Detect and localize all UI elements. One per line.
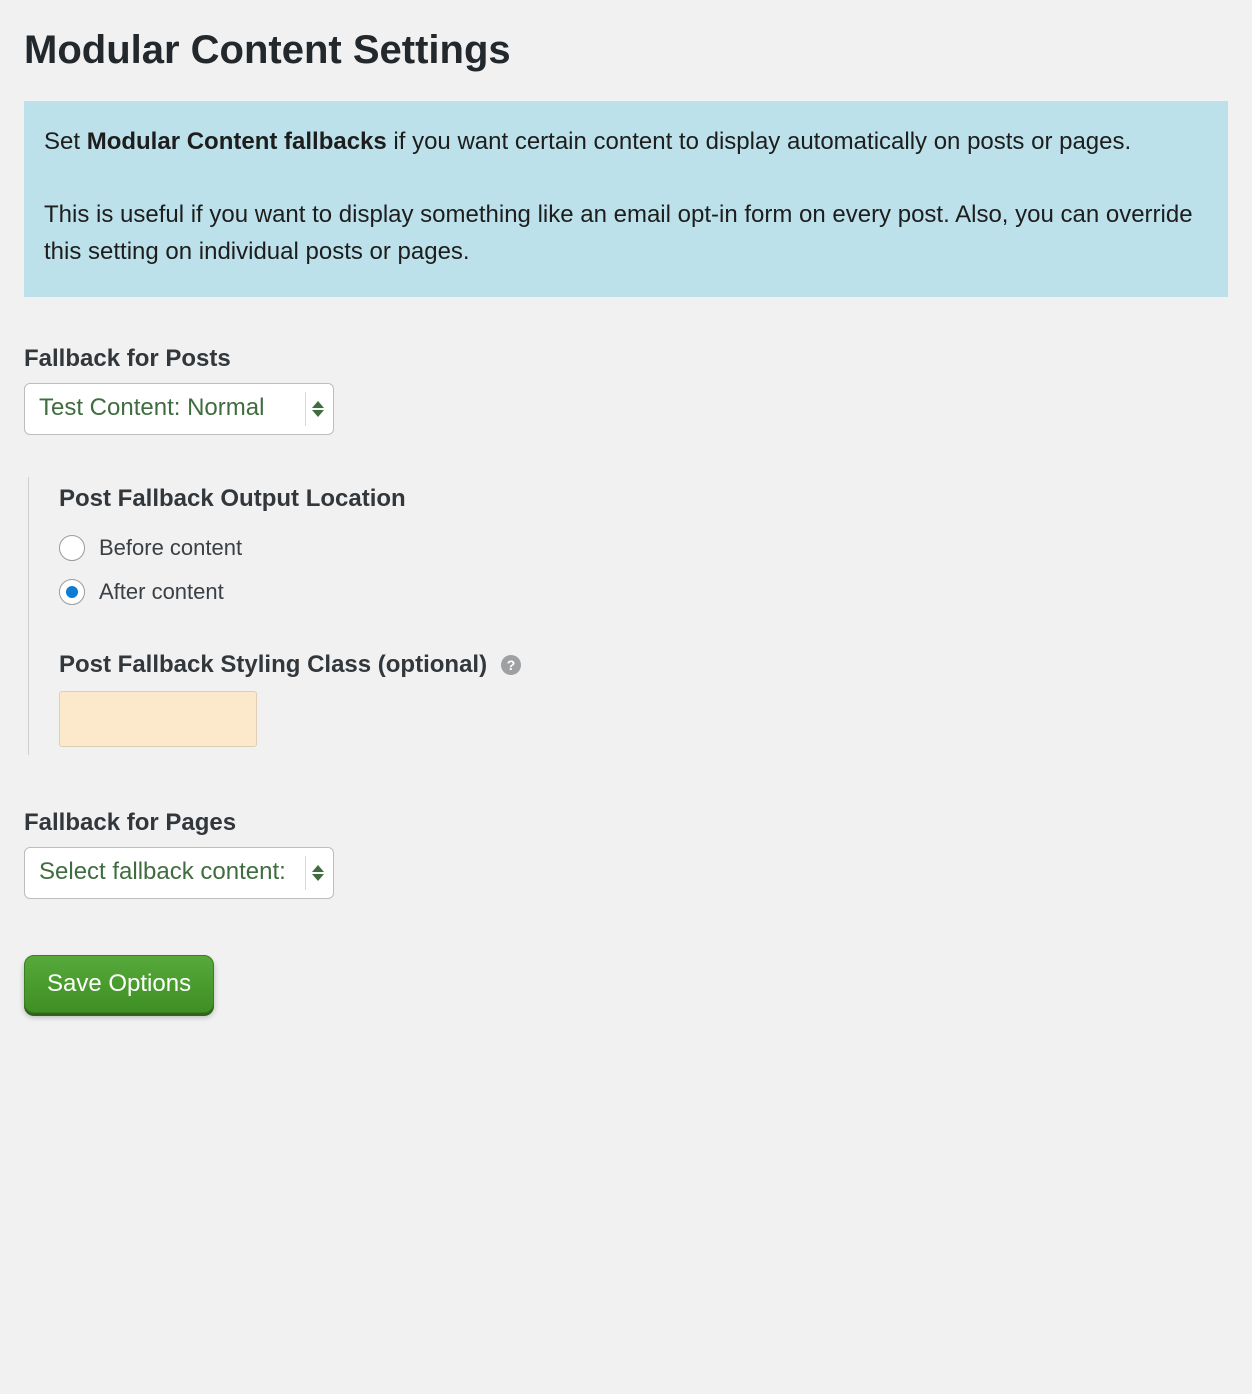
radio-dot-icon xyxy=(66,586,78,598)
info-p1-prefix: Set xyxy=(44,128,87,155)
radio-before-content-row[interactable]: Before content xyxy=(59,535,1228,561)
radio-before-content[interactable] xyxy=(59,535,85,561)
info-p1-bold: Modular Content fallbacks xyxy=(87,128,387,155)
radio-after-label: After content xyxy=(99,579,224,605)
help-icon[interactable]: ? xyxy=(501,655,521,675)
fallback-posts-select[interactable]: Test Content: Normal xyxy=(24,383,334,435)
output-location-heading: Post Fallback Output Location xyxy=(59,485,1228,513)
save-button[interactable]: Save Options xyxy=(24,955,214,1013)
fallback-pages-select-wrap[interactable]: Select fallback content: xyxy=(24,847,334,899)
styling-class-input[interactable] xyxy=(59,691,257,747)
radio-before-label: Before content xyxy=(99,535,242,561)
styling-class-heading: Post Fallback Styling Class (optional) xyxy=(59,651,487,679)
post-fallback-subsection: Post Fallback Output Location Before con… xyxy=(28,477,1228,755)
page-title: Modular Content Settings xyxy=(24,28,1228,73)
info-box: Set Modular Content fallbacks if you wan… xyxy=(24,101,1228,297)
fallback-posts-label: Fallback for Posts xyxy=(24,345,1228,373)
fallback-pages-select[interactable]: Select fallback content: xyxy=(24,847,334,899)
fallback-posts-select-wrap[interactable]: Test Content: Normal xyxy=(24,383,334,435)
radio-after-content-row[interactable]: After content xyxy=(59,579,1228,605)
info-paragraph-1: Set Modular Content fallbacks if you wan… xyxy=(44,123,1208,160)
info-paragraph-2: This is useful if you want to display so… xyxy=(44,196,1208,270)
info-p1-suffix: if you want certain content to display a… xyxy=(387,128,1131,155)
fallback-pages-label: Fallback for Pages xyxy=(24,809,1228,837)
radio-after-content[interactable] xyxy=(59,579,85,605)
